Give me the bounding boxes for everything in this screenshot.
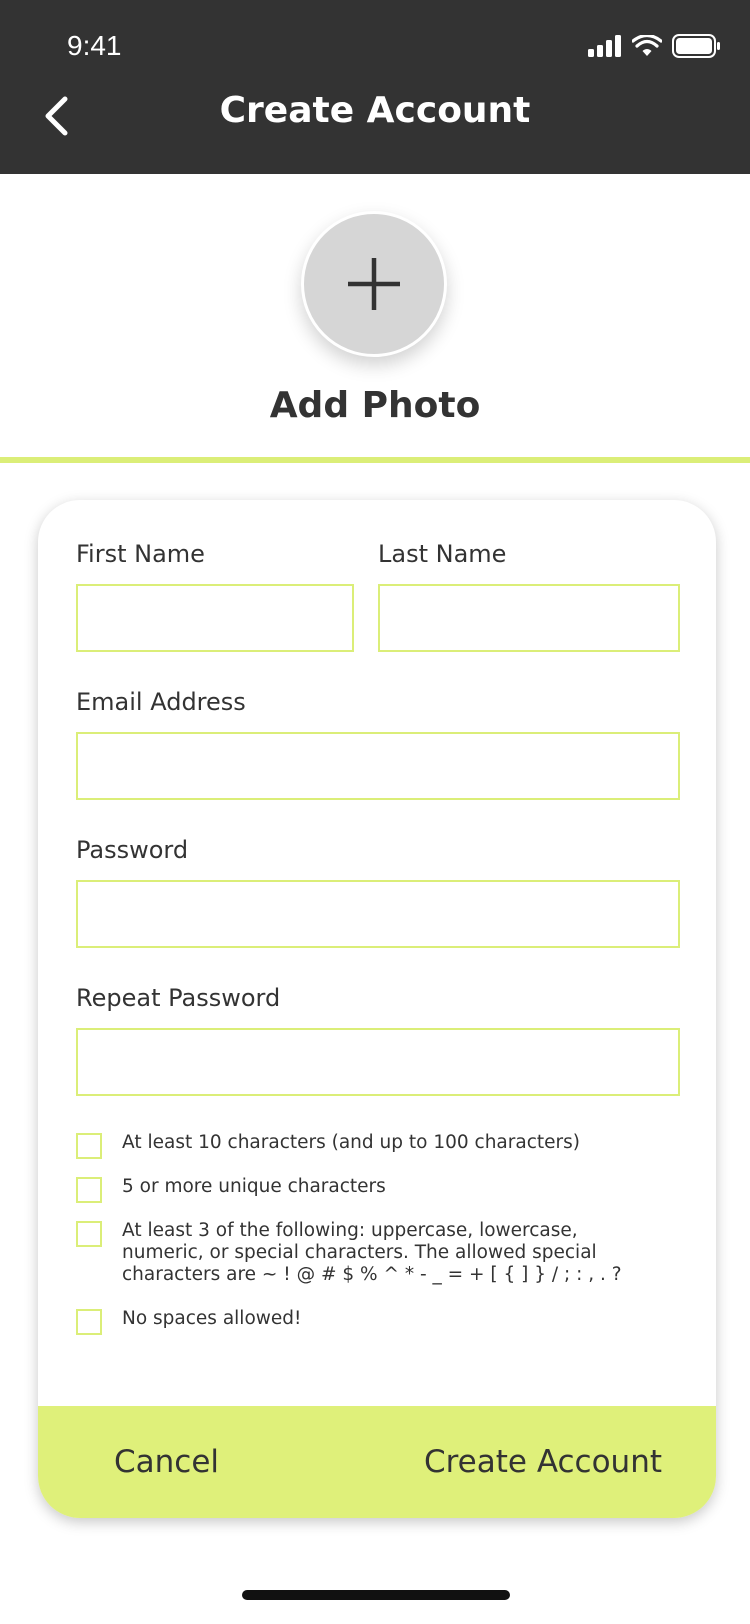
page-title: Create Account <box>219 90 531 131</box>
first-name-label: First Name <box>76 540 205 568</box>
rule-checkbox[interactable] <box>76 1177 102 1203</box>
signup-form-card: First Name Last Name Email Address Passw… <box>38 500 716 1518</box>
action-bar: Cancel Create Account <box>38 1406 716 1518</box>
header: 9:41 Create Account <box>0 0 750 174</box>
battery-icon <box>672 34 720 58</box>
wifi-icon <box>632 35 662 56</box>
signal-icon <box>588 35 621 57</box>
plus-icon <box>348 258 400 310</box>
rule-text: At least 10 characters (and up to 100 ch… <box>122 1132 580 1153</box>
cancel-button[interactable]: Cancel <box>114 1406 219 1518</box>
email-input[interactable] <box>76 732 680 800</box>
password-input[interactable] <box>76 880 680 948</box>
repeat-password-label: Repeat Password <box>76 984 281 1012</box>
rule-checkbox[interactable] <box>76 1309 102 1335</box>
first-name-input[interactable] <box>76 584 354 652</box>
add-photo-button[interactable] <box>301 211 447 357</box>
add-photo-label: Add Photo <box>269 385 481 426</box>
home-indicator <box>242 1590 510 1600</box>
rule-checkbox[interactable] <box>76 1133 102 1159</box>
status-time: 9:41 <box>67 30 122 61</box>
password-rule-no-spaces: No spaces allowed! <box>76 1308 662 1335</box>
create-account-button[interactable]: Create Account <box>424 1406 662 1518</box>
accent-divider <box>0 457 750 463</box>
status-icons <box>588 34 720 58</box>
rule-text: No spaces allowed! <box>122 1308 302 1329</box>
password-rule-complexity: At least 3 of the following: uppercase, … <box>76 1220 662 1286</box>
password-label: Password <box>76 836 189 864</box>
password-rule-unique: 5 or more unique characters <box>76 1176 662 1203</box>
email-label: Email Address <box>76 688 246 716</box>
last-name-input[interactable] <box>378 584 680 652</box>
rule-checkbox[interactable] <box>76 1221 102 1247</box>
repeat-password-input[interactable] <box>76 1028 680 1096</box>
password-rule-length: At least 10 characters (and up to 100 ch… <box>76 1132 662 1159</box>
last-name-label: Last Name <box>378 540 507 568</box>
rule-text: At least 3 of the following: uppercase, … <box>122 1220 622 1285</box>
rule-text: 5 or more unique characters <box>122 1176 386 1197</box>
